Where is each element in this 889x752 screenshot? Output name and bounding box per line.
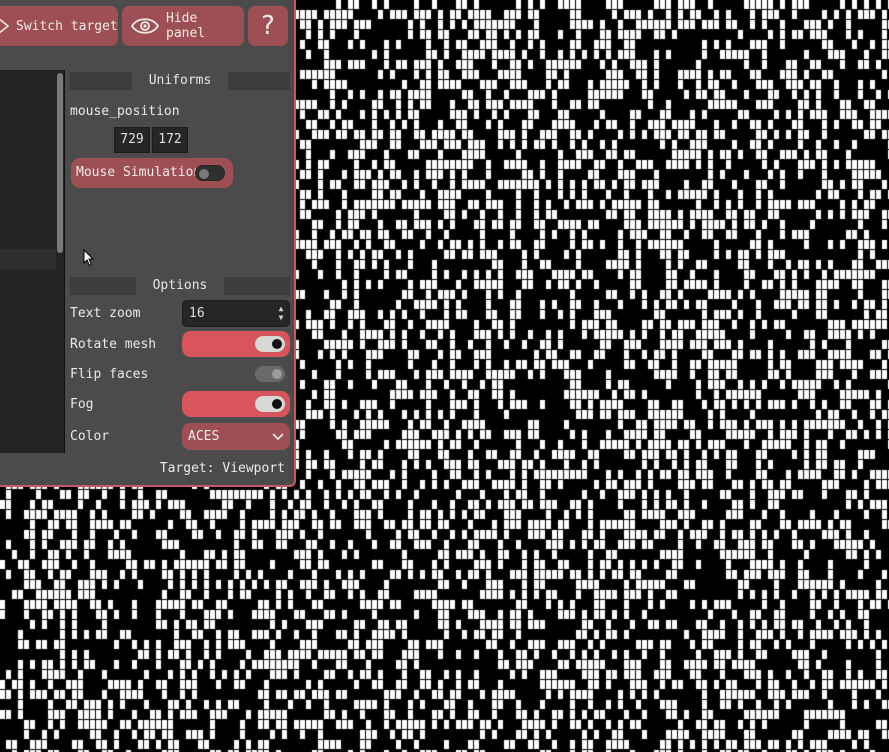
rotate-mesh-switch[interactable]: [255, 336, 285, 352]
editor-current-line: [0, 249, 56, 269]
eye-icon: [130, 17, 160, 35]
arrow-right-icon: [0, 17, 10, 35]
text-zoom-value: 16: [189, 306, 205, 321]
fog-switch[interactable]: [255, 396, 285, 412]
mouse-cursor-icon: [83, 249, 95, 267]
text-zoom-label: Text zoom: [70, 306, 141, 321]
mouse-simulation-label: Mouse Simulation: [76, 165, 202, 180]
fog-toggle[interactable]: [182, 391, 290, 417]
rotate-mesh-toggle[interactable]: [182, 331, 290, 357]
text-zoom-input[interactable]: 16 ▲ ▼: [182, 300, 290, 327]
mouse-y-field[interactable]: 172: [152, 127, 188, 153]
chevron-down-icon: [272, 423, 284, 460]
control-panel: Switch target Hide panel ? Uniforms mous…: [0, 0, 296, 487]
fog-label: Fog: [70, 397, 94, 412]
flip-faces-toggle[interactable]: [182, 361, 290, 387]
up-down-arrows-icon[interactable]: ▲ ▼: [276, 304, 286, 323]
uniforms-title: Uniforms: [148, 73, 212, 88]
target-status: Target: Viewport: [159, 461, 285, 476]
mouse-position-label: mouse_position: [70, 104, 180, 119]
options-title: Options: [152, 278, 208, 293]
color-label: Color: [70, 429, 110, 444]
help-icon: ?: [261, 11, 275, 41]
uniforms-section-header: Uniforms: [70, 72, 290, 90]
help-button[interactable]: ?: [248, 6, 288, 46]
options-section-header: Options: [70, 277, 290, 295]
color-select-value: ACES: [188, 429, 220, 444]
hide-panel-button[interactable]: Hide panel: [122, 6, 244, 46]
rotate-mesh-label: Rotate mesh: [70, 337, 157, 352]
flip-faces-label: Flip faces: [70, 367, 149, 382]
switch-target-label: Switch target: [16, 18, 118, 34]
code-editor[interactable]: [0, 70, 65, 453]
mouse-simulation-toggle[interactable]: Mouse Simulation: [71, 158, 233, 188]
flip-faces-switch[interactable]: [255, 366, 285, 382]
color-select[interactable]: ACES: [182, 423, 290, 450]
mouse-x-field[interactable]: 729: [114, 127, 150, 153]
editor-scrollbar[interactable]: [57, 73, 63, 253]
mouse-simulation-switch[interactable]: [195, 165, 225, 181]
hide-panel-label: Hide panel: [166, 11, 206, 41]
switch-target-button[interactable]: Switch target: [0, 6, 118, 46]
